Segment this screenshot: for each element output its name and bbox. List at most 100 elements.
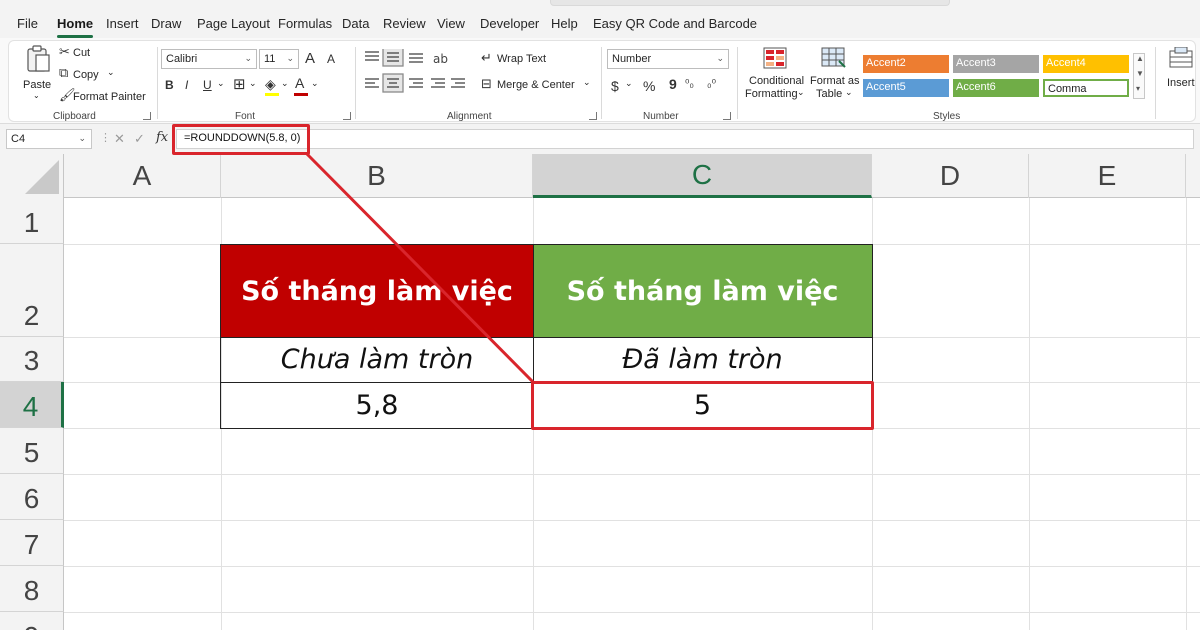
menu-review[interactable]: Review bbox=[383, 16, 426, 31]
copy-button[interactable]: Copy bbox=[73, 69, 99, 81]
conditional-formatting-label-2[interactable]: Formatting bbox=[745, 88, 798, 100]
bold-button[interactable]: B bbox=[165, 79, 174, 91]
row-header-3[interactable]: 3 bbox=[0, 337, 64, 382]
cancel-icon[interactable]: ✕ bbox=[114, 131, 125, 147]
cell-b3[interactable]: Chưa làm tròn bbox=[221, 337, 533, 382]
merge-chevron-icon[interactable]: ⌄ bbox=[583, 77, 591, 88]
format-table-icon bbox=[821, 47, 846, 68]
menu-help[interactable]: Help bbox=[551, 16, 578, 31]
row-header-5[interactable]: 5 bbox=[0, 428, 64, 474]
style-comma[interactable]: Comma bbox=[1043, 79, 1129, 97]
currency-chevron-icon[interactable]: ⌄ bbox=[625, 78, 633, 89]
row-header-4[interactable]: 4 bbox=[0, 382, 64, 428]
cell-c3[interactable]: Đã làm tròn bbox=[533, 337, 872, 382]
column-header-e[interactable]: E bbox=[1029, 154, 1186, 198]
enter-icon[interactable]: ✓ bbox=[134, 131, 145, 147]
column-header-a[interactable]: A bbox=[64, 154, 221, 198]
font-launcher-icon[interactable] bbox=[343, 112, 351, 120]
select-all-button[interactable] bbox=[0, 154, 64, 198]
drag-handle-icon[interactable]: ⋮ bbox=[100, 131, 111, 144]
format-as-table-label-2[interactable]: Table bbox=[816, 88, 842, 100]
style-accent3[interactable]: Accent3 bbox=[953, 55, 1039, 73]
style-accent2[interactable]: Accent2 bbox=[863, 55, 949, 73]
insert-function-button[interactable]: fx bbox=[156, 130, 168, 145]
chevron-down-icon[interactable]: ▼ bbox=[1136, 69, 1144, 78]
menu-home[interactable]: Home bbox=[57, 16, 94, 38]
cell-c4[interactable]: 5 bbox=[533, 382, 872, 428]
row-header-6[interactable]: 6 bbox=[0, 474, 64, 520]
shrink-font-button[interactable]: A bbox=[327, 53, 335, 65]
underline-button[interactable]: U bbox=[203, 79, 212, 91]
menu-data[interactable]: Data bbox=[342, 16, 369, 31]
decrease-decimal-icon[interactable]: ₀⁰ bbox=[707, 79, 716, 90]
name-box[interactable]: C4 ⌄ bbox=[6, 129, 92, 149]
column-header-b[interactable]: B bbox=[221, 154, 533, 198]
underline-chevron-icon[interactable]: ⌄ bbox=[217, 78, 225, 89]
more-styles-icon[interactable]: ▾ bbox=[1136, 84, 1140, 93]
column-header-c[interactable]: C bbox=[533, 154, 872, 198]
percent-button[interactable]: % bbox=[643, 79, 655, 93]
menu-easy-qr[interactable]: Easy QR Code and Barcode bbox=[593, 16, 757, 31]
chevron-down-icon[interactable]: ⌄ bbox=[78, 133, 86, 144]
column-header-d[interactable]: D bbox=[872, 154, 1029, 198]
row-header-1[interactable]: 1 bbox=[0, 198, 64, 244]
styles-gallery-scroll[interactable]: ▲ ▼ ▾ bbox=[1133, 53, 1145, 99]
alignment-launcher-icon[interactable] bbox=[589, 112, 597, 120]
number-format-select[interactable]: Number ⌄ bbox=[607, 49, 729, 69]
svg-text:ab: ab bbox=[433, 52, 448, 66]
conditional-formatting-button[interactable]: Conditional bbox=[749, 75, 804, 87]
increase-decimal-icon[interactable]: ⁰₀ bbox=[685, 79, 694, 90]
style-accent4[interactable]: Accent4 bbox=[1043, 55, 1129, 73]
format-as-table-button[interactable]: Format as bbox=[810, 75, 860, 87]
borders-chevron-icon[interactable]: ⌄ bbox=[249, 78, 257, 89]
ribbon: Paste ⌄ ✂ Cut ⧉ Copy ⌄ 🖌 Format Painter … bbox=[0, 38, 1200, 124]
menu-developer[interactable]: Developer bbox=[480, 16, 539, 31]
menu-draw[interactable]: Draw bbox=[151, 16, 181, 31]
menu-formulas[interactable]: Formulas bbox=[278, 16, 332, 31]
cell-c2[interactable]: Số tháng làm việc bbox=[533, 245, 872, 337]
paste-button[interactable]: Paste ⌄ bbox=[19, 45, 55, 101]
insert-button[interactable]: Insert bbox=[1167, 77, 1195, 89]
currency-button[interactable]: $ bbox=[611, 79, 619, 93]
number-launcher-icon[interactable] bbox=[723, 112, 731, 120]
fill-color-icon[interactable]: ◈ bbox=[265, 77, 276, 91]
cell-b4[interactable]: 5,8 bbox=[221, 382, 533, 428]
style-accent5[interactable]: Accent5 bbox=[863, 79, 949, 97]
conditional-chevron-icon[interactable]: ⌄ bbox=[797, 87, 805, 98]
search-strip[interactable] bbox=[550, 0, 950, 6]
menu-insert[interactable]: Insert bbox=[106, 16, 139, 31]
borders-icon[interactable]: ⊞ bbox=[233, 77, 246, 92]
format-painter-button[interactable]: Format Painter bbox=[73, 91, 146, 103]
insert-cells-icon bbox=[1169, 47, 1193, 68]
grow-font-button[interactable]: A bbox=[305, 51, 315, 66]
copy-chevron-icon[interactable]: ⌄ bbox=[107, 67, 115, 78]
row-header-8[interactable]: 8 bbox=[0, 566, 64, 612]
cut-button[interactable]: Cut bbox=[73, 47, 90, 59]
alignment-icons[interactable]: ab bbox=[363, 49, 467, 97]
italic-button[interactable]: I bbox=[185, 79, 188, 91]
format-table-chevron-icon[interactable]: ⌄ bbox=[845, 87, 853, 98]
wrap-text-button[interactable]: Wrap Text bbox=[497, 53, 546, 65]
style-accent6[interactable]: Accent6 bbox=[953, 79, 1039, 97]
fill-chevron-icon[interactable]: ⌄ bbox=[281, 78, 289, 89]
clipboard-launcher-icon[interactable] bbox=[143, 112, 151, 120]
font-size-select[interactable]: 11 ⌄ bbox=[259, 49, 299, 69]
cell-b2[interactable]: Số tháng làm việc bbox=[221, 245, 533, 337]
menu-view[interactable]: View bbox=[437, 16, 465, 31]
row-header-7[interactable]: 7 bbox=[0, 520, 64, 566]
wrap-text-icon: ↵ bbox=[481, 50, 492, 65]
row-header-9[interactable]: 9 bbox=[0, 612, 64, 630]
menu-page-layout[interactable]: Page Layout bbox=[197, 16, 270, 31]
menu-file[interactable]: File bbox=[17, 16, 38, 31]
merge-center-button[interactable]: Merge & Center bbox=[497, 79, 575, 91]
font-color-button[interactable]: A bbox=[295, 76, 304, 90]
formula-input[interactable] bbox=[176, 129, 1194, 149]
chevron-up-icon[interactable]: ▲ bbox=[1136, 54, 1144, 63]
worksheet-grid[interactable]: A B C D E 1 2 3 4 5 6 7 8 9 Số tháng làm… bbox=[0, 154, 1200, 630]
formula-bar: C4 ⌄ ⋮ ✕ ✓ fx =ROUNDDOWN(5.8, 0) bbox=[0, 124, 1200, 154]
font-name-select[interactable]: Calibri ⌄ bbox=[161, 49, 257, 69]
comma-style-button[interactable]: 9 bbox=[669, 77, 677, 91]
copy-icon: ⧉ bbox=[59, 65, 69, 80]
row-header-2[interactable]: 2 bbox=[0, 244, 64, 337]
font-color-chevron-icon[interactable]: ⌄ bbox=[311, 78, 319, 89]
